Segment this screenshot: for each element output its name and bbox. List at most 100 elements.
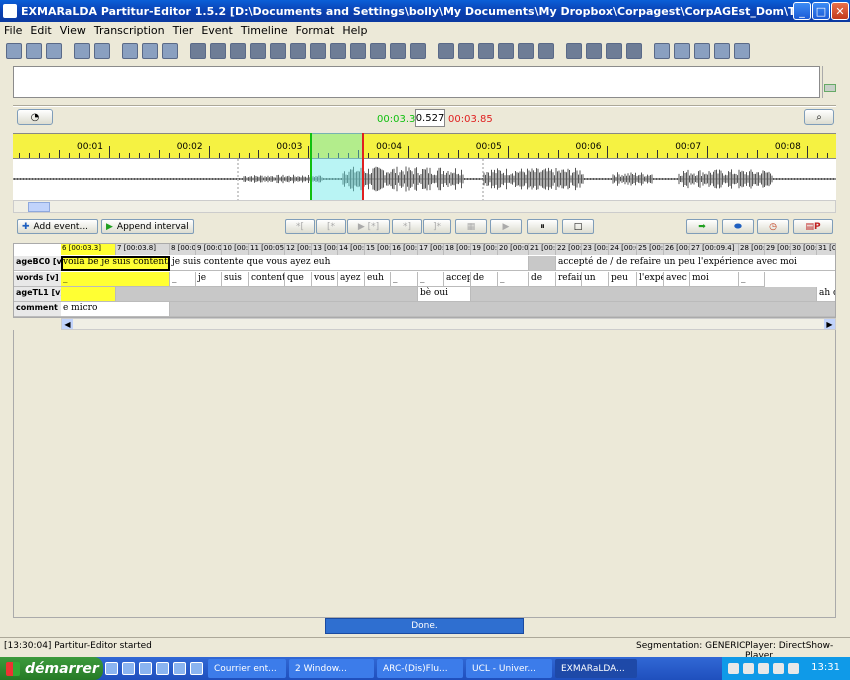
event-cell[interactable]: refaire: [556, 272, 582, 287]
event-cell[interactable]: un: [582, 272, 609, 287]
selection-area[interactable]: [310, 133, 363, 200]
timeline-column-header[interactable]: 7 [00:03.8]: [116, 244, 170, 255]
timeline-column-header[interactable]: 24 [00:0: [609, 244, 637, 255]
event-cell[interactable]: je: [196, 272, 222, 287]
zoom-out-button[interactable]: ◔: [17, 109, 53, 125]
event-cell[interactable]: je suis contente que vous ayez euh: [170, 256, 529, 271]
event-cell[interactable]: suis: [222, 272, 249, 287]
scroll-right-icon[interactable]: ▶: [824, 319, 835, 329]
event-cell[interactable]: _: [498, 272, 529, 287]
menu-file[interactable]: File: [0, 24, 26, 37]
timeline-column-header[interactable]: 17 [00:0: [418, 244, 444, 255]
menu-timeline[interactable]: Timeline: [237, 24, 292, 37]
event-cell[interactable]: e micro: [61, 302, 170, 317]
event-cell[interactable]: moi: [690, 272, 739, 287]
timeline-column-header[interactable]: 8 [00:05: [170, 244, 196, 255]
open-file-icon[interactable]: [26, 43, 42, 59]
font-size-slider[interactable]: [822, 66, 836, 98]
scrollbar-thumb[interactable]: [28, 202, 50, 212]
menu-transcription[interactable]: Transcription: [90, 24, 169, 37]
timeline-column-header[interactable]: 13 [00:0: [312, 244, 338, 255]
event-cell[interactable]: [529, 256, 556, 271]
tier-add-icon[interactable]: [230, 43, 246, 59]
timeline-column-header[interactable]: 15 [00:0: [365, 244, 391, 255]
timeline-column-header[interactable]: 29 [00:1: [765, 244, 791, 255]
event-cell[interactable]: vous: [312, 272, 338, 287]
timeline-column-header[interactable]: 12 [00:05: [285, 244, 312, 255]
slider-thumb[interactable]: [824, 84, 836, 92]
append-interval-button[interactable]: ▶ Append interval: [101, 219, 194, 234]
stop-button[interactable]: □: [562, 219, 594, 234]
tier-split-icon[interactable]: [270, 43, 286, 59]
event-cell[interactable]: _: [418, 272, 444, 287]
underline-icon[interactable]: [734, 43, 750, 59]
tray-network-icon[interactable]: [728, 663, 739, 674]
loop-button[interactable]: ▦: [455, 219, 487, 234]
table-icon[interactable]: [694, 43, 710, 59]
speakertable-icon[interactable]: [74, 43, 90, 59]
timeline-scrollbar[interactable]: [13, 200, 836, 213]
new-file-icon[interactable]: [6, 43, 22, 59]
timeline-add-icon[interactable]: [566, 43, 582, 59]
event-cell[interactable]: euh: [365, 272, 391, 287]
quicklaunch-ie-icon[interactable]: [122, 662, 135, 675]
quicklaunch-outlook-icon[interactable]: [156, 662, 169, 675]
event-cell[interactable]: _: [170, 272, 196, 287]
menu-view[interactable]: View: [56, 24, 90, 37]
play-end-button[interactable]: *]: [392, 219, 422, 234]
event-cell[interactable]: accepté de / de refaire un peu l'expérie…: [556, 256, 835, 271]
event-cell[interactable]: ah o: [817, 287, 835, 302]
search-icon[interactable]: [654, 43, 670, 59]
tier-arrow-icon[interactable]: [370, 43, 386, 59]
timeline-column-header[interactable]: 6 [00:03.3]: [61, 244, 116, 255]
grid-scrollbar[interactable]: ◀ ▶: [61, 318, 836, 330]
pause-button[interactable]: ⏸: [527, 219, 558, 234]
task-exmaralda[interactable]: EXMARaLDA...: [555, 659, 637, 678]
event-fit-icon[interactable]: [518, 43, 534, 59]
timeline-column-header[interactable]: 28 [00:0: [739, 244, 765, 255]
tier-align-icon[interactable]: [350, 43, 366, 59]
event-text-area[interactable]: [13, 66, 820, 98]
recordings-icon[interactable]: [94, 43, 110, 59]
event-cell[interactable]: voilà bè je suis contente euh: [61, 256, 170, 271]
link-button[interactable]: ⬬: [722, 219, 754, 234]
selection-end-marker[interactable]: [362, 133, 364, 200]
event-up-icon[interactable]: [498, 43, 514, 59]
event-cell[interactable]: contente: [249, 272, 285, 287]
event-cell[interactable]: [471, 287, 817, 302]
play-after-button[interactable]: ]*: [423, 219, 451, 234]
task-mail[interactable]: Courrier ent...: [208, 659, 286, 678]
event-align-icon[interactable]: [438, 43, 454, 59]
event-cell[interactable]: de: [471, 272, 498, 287]
timeline-column-header[interactable]: 16 [00:0: [391, 244, 418, 255]
add-event-button[interactable]: ✚ Add event...: [17, 219, 98, 234]
timeline-column-header[interactable]: 27 [00:09.4]: [690, 244, 739, 255]
timeline-column-header[interactable]: 10 [00:0: [222, 244, 249, 255]
timeline-move-icon[interactable]: [586, 43, 602, 59]
table2-icon[interactable]: [714, 43, 730, 59]
tier-label[interactable]: comment [v]: [14, 302, 61, 317]
tier-label[interactable]: words [v]: [14, 272, 61, 287]
event-cell[interactable]: avec: [664, 272, 690, 287]
timeline-column-header[interactable]: 18 [00:0: [444, 244, 471, 255]
event-cell[interactable]: l'expérience: [637, 272, 664, 287]
event-cell[interactable]: peu: [609, 272, 637, 287]
menu-format[interactable]: Format: [292, 24, 339, 37]
timeline-column-header[interactable]: 11 [00:05.3]: [249, 244, 285, 255]
event-cell[interactable]: _: [391, 272, 418, 287]
event-cell[interactable]: [61, 287, 116, 302]
go-button[interactable]: ➡: [686, 219, 718, 234]
tier-move-icon[interactable]: [310, 43, 326, 59]
tier-label[interactable]: ageBC0 [v]: [14, 256, 61, 271]
timeline-column-header[interactable]: 22 [00:0: [556, 244, 582, 255]
minimize-button[interactable]: _: [793, 2, 811, 20]
event-cell[interactable]: _: [739, 272, 765, 287]
grid-icon[interactable]: [674, 43, 690, 59]
timeline-column-header[interactable]: 23 [00:0: [582, 244, 609, 255]
tray-security-icon[interactable]: [743, 663, 754, 674]
tier-abc2-icon[interactable]: [210, 43, 226, 59]
event-cross-icon[interactable]: [478, 43, 494, 59]
tier-shift-icon[interactable]: [330, 43, 346, 59]
timeline-column-header[interactable]: 20 [00:07.3: [498, 244, 529, 255]
event-cell[interactable]: accepté: [444, 272, 471, 287]
